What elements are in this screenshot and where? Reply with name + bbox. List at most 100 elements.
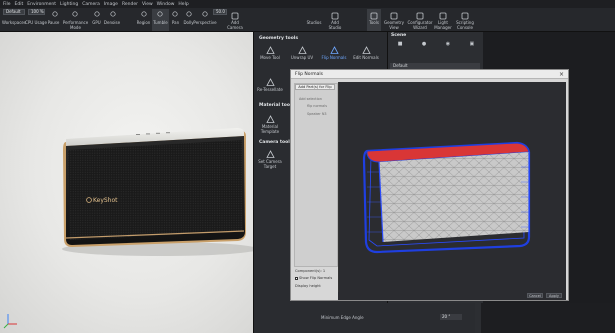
apply-button[interactable]: Apply [546,293,562,298]
move-tool-icon [265,45,275,55]
camera-tools-header: Camera tools [259,140,293,145]
cpu-usage-button[interactable]: CPU Usage [25,9,47,31]
menu-bar: File Edit Environment Lighting Camera Im… [0,0,615,8]
min-edge-angle-field[interactable]: 20 ° [440,314,462,320]
material-tools-header: Material tools [259,103,295,108]
unwrap-uv-tool[interactable]: Unwrap UV [287,45,317,61]
list-item[interactable]: flip normals [307,104,327,108]
tool-label: Set Camera Target [258,159,282,169]
geometry-view-icon [390,11,399,20]
bottom-right-panel [481,303,615,333]
menu-file[interactable]: File [3,2,11,7]
toolbar-button-label: GPU [92,20,101,25]
toolbar-button-label: Studios [306,20,322,25]
scene-tab-camera-icon[interactable]: ▣ [470,41,475,47]
scene-tab-material-icon[interactable]: ● [422,41,426,47]
add-studio-button[interactable]: Add Studio [325,9,345,31]
edit-normals-tool[interactable]: Edit Normals [351,45,381,61]
components-count: Component(s): 1 [295,269,326,273]
perspective-icon [202,11,208,17]
toolbar-button-label: Pan [171,20,180,25]
toolbar-button-label: Tumble [153,20,168,25]
dialog-button-bar: Cancel Apply [338,292,566,300]
pan-icon [172,11,178,17]
material-template-icon [265,114,275,124]
add-camera-button[interactable]: Add Camera [225,9,245,31]
geometry-view-button[interactable]: Geometry View [383,9,405,31]
menu-image[interactable]: Image [104,2,118,7]
display-height-label: Display height [295,284,321,288]
unwrap-uv-icon [297,45,307,55]
menu-edit[interactable]: Edit [15,2,24,7]
add-camera-icon [231,11,240,20]
toolbar-button-label: Region [136,20,151,25]
tool-label: Move Tool [260,55,280,60]
axis-gizmo [3,314,17,329]
show-flip-label: Show Flip Normals [299,276,333,280]
studios-button[interactable]: Studios [305,9,323,31]
tool-label: Material Template [260,124,280,134]
light-manager-button[interactable]: Light Manager [434,9,452,31]
edit-normals-icon [361,45,371,55]
re-tessellate-icon [265,77,275,87]
toolbar-button-label: Pause [47,20,60,25]
dolly-icon [186,11,192,17]
scripting-console-button[interactable]: Scripting Console [454,9,476,31]
flip-normals-preview[interactable] [338,82,566,299]
speaker-logo-text: KeyShot [93,197,118,204]
scene-tab-scene-icon[interactable]: ■ [398,41,403,47]
preview-mesh [362,141,531,254]
cancel-button[interactable]: Cancel [527,293,543,298]
speaker-render: KeyShot [3,128,253,329]
flip-normals-tool[interactable]: Flip Normals [319,45,349,61]
tool-label: Re-Tessellate [257,87,283,92]
flip-normals-icon [329,45,339,55]
configurator-wizard-icon [416,11,425,20]
list-item[interactable]: Speaker N3 [307,112,327,116]
menu-render[interactable]: Render [122,2,138,7]
properties-strip: Minimum Edge Angle 20 ° [315,303,475,333]
scene-tab-environment-icon[interactable]: ◉ [446,41,450,47]
dialog-title-bar[interactable]: Flip Normals [291,70,568,79]
tool-label: Edit Normals [353,55,379,60]
toolbar-button-label: Dolly [183,20,194,25]
performance-mode-icon [72,11,78,17]
toolbar-button-label: Light Manager [434,20,452,30]
speaker-grille [68,140,243,240]
set-camera-target-tool[interactable]: Set Camera Target [255,149,285,169]
add-studio-icon [331,11,340,20]
list-item[interactable]: Add selection [299,97,322,101]
menu-lighting[interactable]: Lighting [60,2,78,7]
set-camera-target-icon [265,149,275,159]
tool-label: Unwrap UV [290,55,314,60]
toolbar-button-label: Scripting Console [456,20,474,30]
configurator-wizard-button[interactable]: Configurator Wizard [407,9,433,31]
render-viewport[interactable]: KeyShot [0,32,253,333]
gpu-icon [94,11,100,17]
tools-button[interactable]: Tools [367,9,381,31]
move-tool-tool[interactable]: Move Tool [255,45,285,61]
workspaces-button[interactable]: Workspaces [2,9,26,31]
toolbar-button-label: Performance Mode [62,20,89,30]
menu-help[interactable]: Help [178,2,188,7]
menu-window[interactable]: Window [157,2,175,7]
menu-camera[interactable]: Camera [82,2,100,7]
main-toolbar: Default 100 % 50.0 Workspaces CPU Usage Pa… [0,8,615,32]
light-manager-icon [439,11,448,20]
toolbar-button-label: Configurator Wizard [407,20,433,30]
show-flip-checkbox[interactable] [295,276,298,280]
dialog-title: Flip Normals [295,72,324,77]
toolbar-button-label: Add Camera [227,20,243,30]
menu-view[interactable]: View [142,2,153,7]
toolbar-button-label: CPU Usage [25,20,47,25]
denoise-icon [110,11,116,17]
re-tessellate-tool[interactable]: Re-Tessellate [255,77,285,93]
material-template-tool[interactable]: Material Template [255,114,285,134]
menu-environment[interactable]: Environment [27,2,56,7]
dialog-close-icon[interactable]: × [559,70,564,79]
tumble-icon [157,11,163,17]
toolbar-button-label: Tools [369,20,379,25]
show-flip-normals-row[interactable]: Show Flip Normals [295,276,332,280]
mesh-faces [379,152,529,242]
add-parts-button[interactable]: Add Part(s) for Flip [295,84,335,90]
